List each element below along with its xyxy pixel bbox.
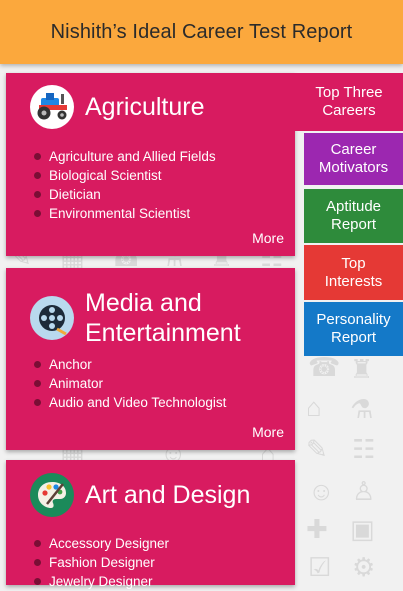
background-icon: ⌂	[306, 392, 322, 422]
card-header: Media and Entertainment	[30, 288, 241, 348]
tab-top-interests[interactable]: Top Interests	[304, 245, 403, 300]
list-item[interactable]: Dietician	[32, 185, 216, 204]
page-title: Nishith’s Ideal Career Test Report	[50, 20, 353, 43]
career-card-art-design[interactable]: Art and Design Accessory Designer Fashio…	[6, 460, 295, 589]
paint-palette-icon	[30, 473, 74, 517]
career-card-agriculture[interactable]: Agriculture Agriculture and Allied Field…	[6, 73, 295, 256]
background-icon: ✎	[306, 434, 328, 464]
list-item[interactable]: Environmental Scientist	[32, 204, 216, 223]
tab-label: Top Three Careers	[315, 84, 383, 119]
tab-label: Career Motivators	[318, 141, 389, 176]
list-item[interactable]: Biological Scientist	[32, 166, 216, 185]
list-item[interactable]: Audio and Video Technologist	[32, 393, 226, 412]
card-title-line: Entertainment	[85, 319, 241, 347]
background-icon: ☺	[308, 476, 335, 506]
more-button[interactable]: More	[252, 230, 284, 246]
card-title: Art and Design	[85, 481, 251, 509]
list-item[interactable]: Jewelry Designer	[32, 572, 169, 591]
card-header: Agriculture	[30, 85, 205, 129]
more-button[interactable]: More	[252, 424, 284, 440]
background-icon: ✚	[306, 514, 328, 544]
tractor-icon	[30, 85, 74, 129]
tab-label: Personality Report	[316, 311, 391, 346]
list-item[interactable]: Agriculture and Allied Fields	[32, 147, 216, 166]
career-card-media-entertainment[interactable]: Media and Entertainment Anchor Animator …	[6, 268, 295, 450]
card-title: Agriculture	[85, 93, 205, 121]
card-header: Art and Design	[30, 473, 250, 517]
app-header: Nishith’s Ideal Career Test Report	[0, 0, 403, 64]
tab-career-motivators[interactable]: Career Motivators	[304, 133, 403, 185]
list-item[interactable]: Fashion Designer	[32, 553, 169, 572]
tab-label: Top Interests	[324, 254, 383, 290]
background-icon: ☷	[352, 434, 376, 464]
background-icon: ▣	[350, 514, 375, 544]
list-item[interactable]: Anchor	[32, 355, 226, 374]
tab-label: Aptitude Report	[325, 198, 382, 233]
background-icon: ♜	[350, 354, 374, 384]
background-icon: ☑	[308, 552, 332, 578]
career-list: Anchor Animator Audio and Video Technolo…	[32, 355, 226, 412]
background-icon: ☎	[308, 352, 341, 382]
tab-aptitude-report[interactable]: Aptitude Report	[304, 189, 403, 243]
tab-personality-report[interactable]: Personality Report	[304, 302, 403, 356]
background-icon: ♙	[352, 476, 376, 506]
card-title: Media and Entertainment	[74, 288, 241, 348]
film-reel-icon	[30, 296, 74, 340]
list-item[interactable]: Accessory Designer	[32, 534, 169, 553]
career-list: Agriculture and Allied Fields Biological…	[32, 147, 216, 223]
card-title-line: Media and	[85, 289, 202, 317]
background-icon: ⚗	[350, 394, 374, 424]
list-item[interactable]: Animator	[32, 374, 226, 393]
career-list: Accessory Designer Fashion Designer Jewe…	[32, 534, 169, 591]
background-icon: ⚙	[352, 552, 376, 578]
tab-top-three-careers[interactable]: Top Three Careers	[295, 73, 403, 131]
